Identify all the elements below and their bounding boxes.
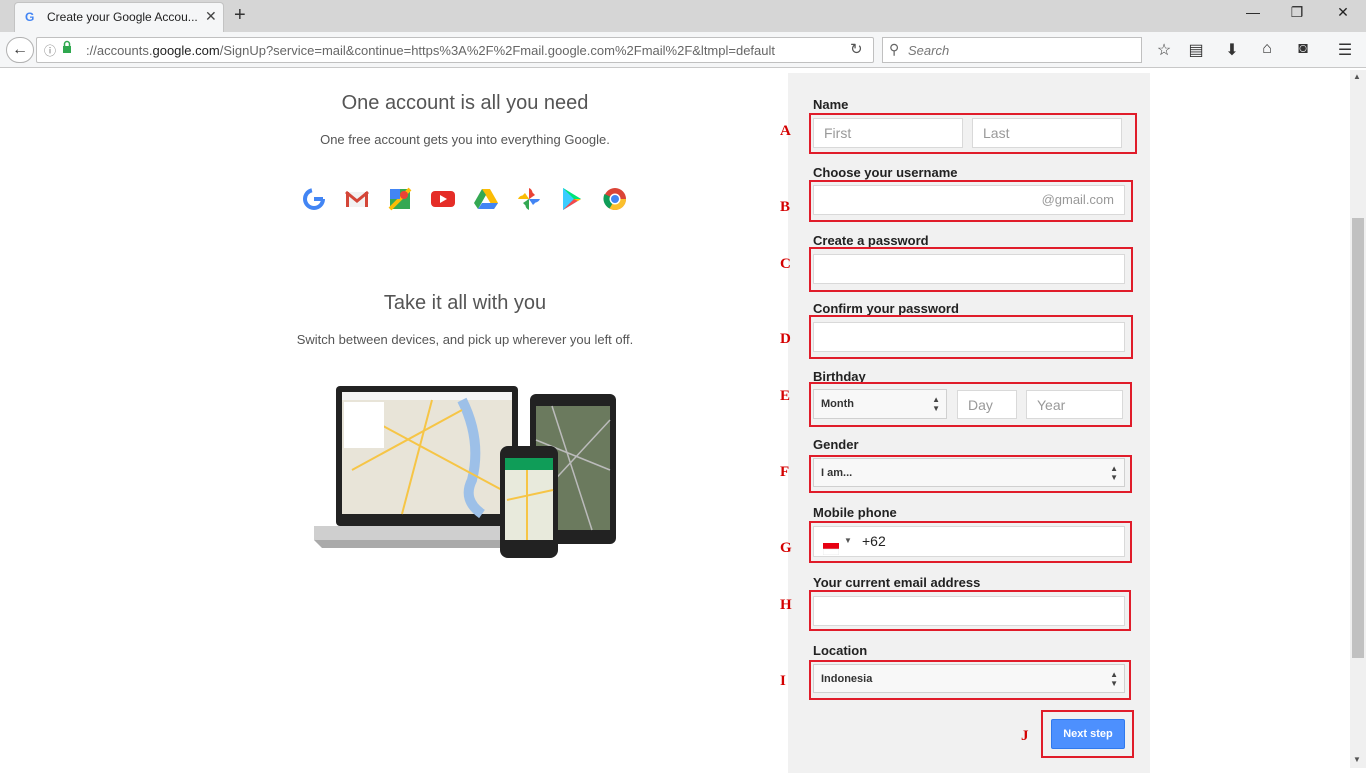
- download-icon[interactable]: ⬇: [1220, 40, 1244, 60]
- play-store-icon: [563, 188, 581, 210]
- heading-one-account: One account is all you need: [341, 92, 589, 114]
- annotation-letter-a: A: [780, 123, 791, 139]
- password-label: Create a password: [813, 233, 929, 248]
- window-close-icon[interactable]: ✕: [1320, 4, 1366, 21]
- location-select[interactable]: Indonesia ▲ ▼: [813, 664, 1125, 693]
- next-step-button[interactable]: Next step: [1051, 719, 1125, 749]
- select-arrows-icon: ▲ ▼: [932, 395, 940, 413]
- gmail-icon: [345, 190, 369, 207]
- search-icon: ⚲: [889, 41, 900, 57]
- location-label: Location: [813, 643, 868, 658]
- annotation-letter-j: J: [1021, 728, 1029, 744]
- heading-take-it-with-you: Take it all with you: [383, 292, 547, 314]
- new-tab-button[interactable]: +: [234, 4, 246, 27]
- restore-icon[interactable]: ❐: [1274, 4, 1320, 21]
- home-icon[interactable]: ⌂: [1255, 40, 1279, 58]
- annotation-letter-d: D: [780, 331, 791, 347]
- gender-label: Gender: [813, 437, 859, 452]
- youtube-icon: [431, 191, 455, 207]
- name-label: Name: [813, 97, 849, 112]
- back-button[interactable]: ←: [6, 37, 34, 63]
- mobile-phone-label: Mobile phone: [813, 505, 897, 520]
- confirm-password-label: Confirm your password: [813, 301, 959, 316]
- info-icon[interactable]: ⓘ: [44, 42, 56, 59]
- chevron-down-icon[interactable]: ▼: [844, 527, 852, 555]
- mobile-phone-input[interactable]: ▼ +62: [813, 526, 1125, 557]
- username-label: Choose your username: [813, 165, 958, 180]
- url-text: ://accounts.google.com/SignUp?service=ma…: [86, 43, 775, 58]
- first-name-input[interactable]: First: [813, 118, 963, 148]
- gmail-suffix: @gmail.com: [1041, 192, 1114, 207]
- google-favicon-icon: G: [25, 10, 35, 24]
- gender-select[interactable]: I am... ▲ ▼: [813, 458, 1125, 487]
- tab-title: Create your Google Accou...: [47, 10, 198, 24]
- subtext-one-account: One free account gets you into everythin…: [320, 132, 610, 147]
- select-arrows-icon: ▲ ▼: [1110, 670, 1118, 688]
- select-arrows-icon: ▲ ▼: [1110, 464, 1118, 482]
- password-input[interactable]: [813, 254, 1125, 284]
- birth-day-input[interactable]: Day: [957, 390, 1017, 419]
- annotation-letter-b: B: [780, 199, 791, 215]
- current-email-input[interactable]: [813, 596, 1125, 626]
- close-tab-icon[interactable]: ✕: [205, 8, 217, 25]
- confirm-password-input[interactable]: [813, 322, 1125, 352]
- birth-month-value: Month: [821, 398, 854, 410]
- annotation-letter-e: E: [780, 388, 791, 404]
- current-email-label: Your current email address: [813, 575, 981, 590]
- birth-year-input[interactable]: Year: [1026, 390, 1123, 419]
- search-input[interactable]: Search: [908, 43, 949, 58]
- reading-list-icon[interactable]: ▤: [1184, 40, 1208, 60]
- minimize-icon[interactable]: —: [1230, 4, 1276, 20]
- annotation-letter-f: F: [780, 464, 790, 480]
- annotation-letter-i: I: [780, 673, 786, 689]
- scrollbar-thumb[interactable]: [1352, 218, 1364, 658]
- maps-icon: [388, 187, 412, 211]
- pocket-icon[interactable]: ◙: [1291, 40, 1315, 58]
- google-g-icon: [303, 188, 325, 210]
- username-input[interactable]: @gmail.com: [813, 185, 1125, 215]
- photos-icon: [518, 188, 540, 210]
- scroll-down-icon[interactable]: ▼: [1353, 755, 1361, 764]
- scroll-up-icon[interactable]: ▲: [1353, 72, 1361, 81]
- indonesia-flag-icon[interactable]: [822, 536, 840, 556]
- location-value: Indonesia: [821, 673, 873, 685]
- chrome-icon: [603, 188, 626, 210]
- last-name-input[interactable]: Last: [972, 118, 1122, 148]
- devices-illustration: [314, 386, 616, 558]
- gender-value: I am...: [821, 467, 853, 479]
- subtext-take-it-with-you: Switch between devices, and pick up wher…: [296, 332, 634, 347]
- phone-value: +62: [862, 533, 886, 549]
- birth-month-select[interactable]: Month ▲ ▼: [813, 389, 947, 419]
- annotation-letter-h: H: [780, 597, 792, 613]
- menu-icon[interactable]: ☰: [1333, 40, 1357, 60]
- bookmark-star-icon[interactable]: ☆: [1152, 40, 1176, 60]
- drive-icon: [474, 189, 498, 209]
- annotation-letter-c: C: [780, 256, 791, 272]
- annotation-letter-g: G: [780, 540, 792, 556]
- lock-icon: [62, 40, 72, 53]
- reload-icon[interactable]: ↻: [850, 40, 863, 58]
- browser-tab[interactable]: G Create your Google Accou... ✕: [14, 2, 224, 32]
